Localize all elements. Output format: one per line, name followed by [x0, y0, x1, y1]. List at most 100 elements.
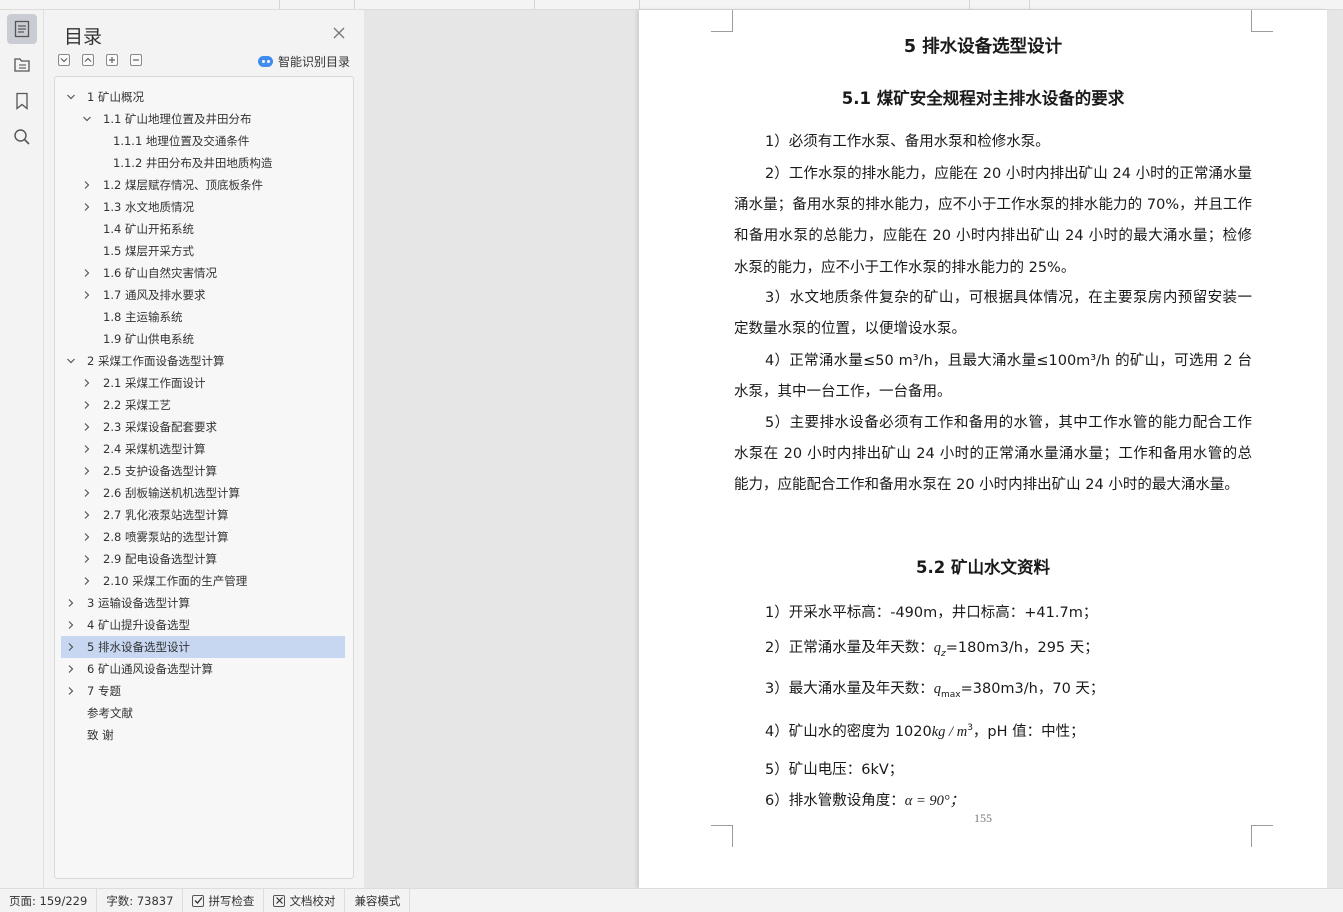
smart-toc-button[interactable]: 智能识别目录 [258, 53, 350, 70]
toc-item-label: 2.9 配电设备选型计算 [103, 552, 217, 566]
line-text: 3）最大涌水量及年天数： [765, 681, 934, 697]
close-icon[interactable] [332, 26, 346, 40]
toc-item[interactable]: 1.5 煤层开采方式 [61, 240, 345, 262]
paragraph: 5）主要排水设备必须有工作和备用的水管，其中工作水管的能力配合工作水泵在 20 … [734, 415, 1252, 494]
chevron-right-icon[interactable] [82, 416, 92, 438]
collapse-level-icon[interactable] [82, 54, 94, 66]
toc-item[interactable]: 2.6 刮板输送机机选型计算 [61, 482, 345, 504]
chevron-down-icon[interactable] [82, 108, 92, 130]
chevron-right-icon[interactable] [66, 592, 76, 614]
toc-item-label: 6 矿山通风设备选型计算 [87, 662, 213, 676]
toc-item[interactable]: 1.2 煤层赋存情况、顶底板条件 [61, 174, 345, 196]
formula-unit: kg / m [931, 724, 968, 740]
toc-item[interactable]: 致 谢 [61, 724, 345, 746]
chevron-right-icon[interactable] [82, 460, 92, 482]
toc-item-label: 2.3 采煤设备配套要求 [103, 420, 217, 434]
toc-item[interactable]: 2.10 采煤工作面的生产管理 [61, 570, 345, 592]
paragraph: 2）工作水泵的排水能力，应能在 20 小时内排出矿山 24 小时的正常涌水量涌水… [734, 166, 1252, 276]
chevron-right-icon[interactable] [66, 680, 76, 702]
toc-item[interactable]: 1.9 矿山供电系统 [61, 328, 345, 350]
formula-variable: q [933, 681, 941, 697]
chevron-right-icon[interactable] [82, 372, 92, 394]
doc-proofread-toggle[interactable]: 文档校对 [264, 888, 346, 912]
document-page: 5 排水设备选型设计 5.1 煤矿安全规程对主排水设备的要求 1）必须有工作水泵… [639, 10, 1327, 888]
page-indicator[interactable]: 页面: 159/229 [0, 888, 98, 912]
toc-item[interactable]: 2.4 采煤机选型计算 [61, 438, 345, 460]
toc-item[interactable]: 1.1.1 地理位置及交通条件 [61, 130, 345, 152]
toc-item[interactable]: 参考文献 [61, 702, 345, 724]
line-text: 2）正常涌水量及年天数： [765, 640, 934, 656]
toc-title: 目录 [64, 26, 103, 48]
chevron-right-icon[interactable] [82, 174, 92, 196]
toc-item-label: 1.6 矿山自然灾害情况 [103, 266, 217, 280]
toc-item-label: 参考文献 [87, 706, 133, 720]
toc-item[interactable]: 1.1.2 井田分布及井田地质构造 [61, 152, 345, 174]
chevron-down-icon[interactable] [66, 350, 76, 372]
chevron-down-icon[interactable] [66, 86, 76, 108]
toc-item[interactable]: 2.8 喷雾泵站的选型计算 [61, 526, 345, 548]
chevron-right-icon[interactable] [82, 570, 92, 592]
collapse-all-icon[interactable] [58, 54, 70, 66]
toc-item-label: 2 采煤工作面设备选型计算 [87, 354, 225, 368]
chevron-right-icon[interactable] [66, 636, 76, 658]
section-heading: 5.1 煤矿安全规程对主排水设备的要求 [841, 89, 1125, 108]
toc-item[interactable]: 1.4 矿山开拓系统 [61, 218, 345, 240]
toolbar-segment [640, 0, 970, 9]
data-line: 5）矿山电压：6kV； [765, 762, 904, 778]
crop-mark [1251, 10, 1273, 32]
chevron-right-icon[interactable] [82, 482, 92, 504]
toc-item[interactable]: 2.7 乳化液泵站选型计算 [61, 504, 345, 526]
toc-item[interactable]: 1.1 矿山地理位置及井田分布 [61, 108, 345, 130]
toc-item-label: 5 排水设备选型设计 [87, 640, 190, 654]
bookmark-icon[interactable] [7, 86, 37, 116]
crop-mark [711, 10, 733, 32]
toc-item[interactable]: 1.6 矿山自然灾害情况 [61, 262, 345, 284]
remove-icon[interactable] [130, 54, 142, 66]
spell-check-toggle[interactable]: 拼写检查 [183, 888, 265, 912]
toc-item[interactable]: 4 矿山提升设备选型 [61, 614, 345, 636]
toc-item[interactable]: 1.8 主运输系统 [61, 306, 345, 328]
toc-item[interactable]: 1.7 通风及排水要求 [61, 284, 345, 306]
toc-item[interactable]: 1.3 水文地质情况 [61, 196, 345, 218]
outline-icon[interactable] [7, 50, 37, 80]
toc-item[interactable]: 7 专题 [61, 680, 345, 702]
word-count[interactable]: 字数: 73837 [97, 888, 184, 912]
toc-item[interactable]: 6 矿山通风设备选型计算 [61, 658, 345, 680]
search-icon[interactable] [7, 122, 37, 152]
ai-assistant-icon [258, 56, 273, 67]
toc-item-label: 1.1.1 地理位置及交通条件 [113, 134, 250, 148]
toc-item[interactable]: 1 矿山概况 [61, 86, 345, 108]
chevron-right-icon[interactable] [82, 394, 92, 416]
chevron-right-icon[interactable] [82, 196, 92, 218]
toc-item[interactable]: 3 运输设备选型计算 [61, 592, 345, 614]
toc-item[interactable]: 2.5 支护设备选型计算 [61, 460, 345, 482]
chevron-right-icon[interactable] [82, 284, 92, 306]
toc-item[interactable]: 2.3 采煤设备配套要求 [61, 416, 345, 438]
data-line: 6）排水管敷设角度：α = 90°； [765, 789, 964, 810]
toc-item[interactable]: 5 排水设备选型设计 [61, 636, 345, 658]
line-text: =380m3/h，70 天； [960, 681, 1105, 697]
chevron-right-icon[interactable] [82, 262, 92, 284]
toc-item[interactable]: 2.2 采煤工艺 [61, 394, 345, 416]
toc-item-label: 1.5 煤层开采方式 [103, 244, 194, 258]
toc-item-label: 2.8 喷雾泵站的选型计算 [103, 530, 229, 544]
document-icon[interactable] [7, 14, 37, 44]
toc-item[interactable]: 2.9 配电设备选型计算 [61, 548, 345, 570]
line-text: =180m3/h，295 天； [945, 640, 1099, 656]
expand-level-icon[interactable] [106, 54, 118, 66]
chevron-right-icon[interactable] [82, 438, 92, 460]
chevron-right-icon[interactable] [66, 614, 76, 636]
spell-check-label: 拼写检查 [208, 893, 255, 908]
chevron-right-icon[interactable] [66, 658, 76, 680]
toc-item[interactable]: 2.1 采煤工作面设计 [61, 372, 345, 394]
toc-item[interactable]: 2 采煤工作面设备选型计算 [61, 350, 345, 372]
toc-item-label: 1.4 矿山开拓系统 [103, 222, 194, 236]
toc-item-label: 1.7 通风及排水要求 [103, 288, 206, 302]
data-line: 3）最大涌水量及年天数：qmax=380m3/h，70 天； [765, 677, 1104, 700]
chevron-right-icon[interactable] [82, 504, 92, 526]
chevron-right-icon[interactable] [82, 526, 92, 548]
paragraph: 1）必须有工作水泵、备用水泵和检修水泵。 [765, 134, 1050, 150]
toc-item-label: 1.1 矿山地理位置及井田分布 [103, 112, 252, 126]
chevron-right-icon[interactable] [82, 548, 92, 570]
toc-item-label: 2.10 采煤工作面的生产管理 [103, 574, 248, 588]
